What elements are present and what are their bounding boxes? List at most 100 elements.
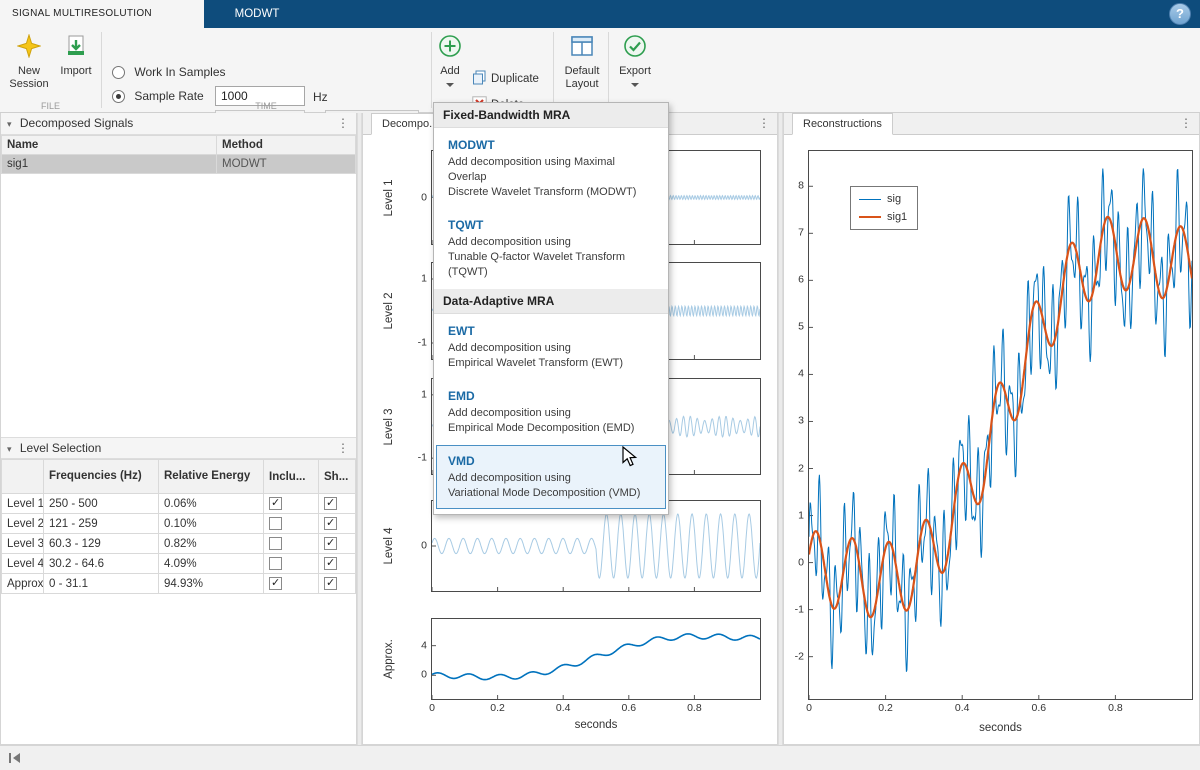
duplicate-button[interactable]: Duplicate — [472, 70, 539, 85]
new-session-button[interactable]: New Session — [6, 32, 52, 91]
table-row-level3[interactable]: Level 3 60.3 - 129 0.82% — [1, 533, 356, 554]
approx-axis-label: Approx. — [383, 639, 395, 679]
file-section-label: FILE — [40, 101, 60, 111]
row-label: Level 4 — [1, 553, 44, 574]
toolbar: New Session Import FILE Work In Samples … — [0, 28, 1200, 130]
include-checkbox[interactable] — [269, 537, 282, 550]
x-tick-label: 0.2 — [878, 702, 893, 714]
show-checkbox[interactable] — [324, 496, 337, 510]
menu-item-modwt[interactable]: MODWT Add decomposition using Maximal Ov… — [436, 129, 666, 208]
x-tick-label: 0 — [806, 702, 812, 714]
col-header-frequencies[interactable]: Frequencies (Hz) — [43, 459, 159, 494]
x-tick-label: 0.2 — [490, 702, 505, 714]
x-tick-label: 0.4 — [954, 702, 970, 714]
menu-item-emd[interactable]: EMD Add decomposition using Empirical Mod… — [436, 380, 666, 444]
y-tick-label: 7 — [798, 226, 804, 239]
table-row-approx[interactable]: Approx. 0 - 31.1 94.93% — [1, 573, 356, 594]
export-dropdown-caret-icon[interactable] — [631, 83, 639, 87]
show-checkbox[interactable] — [324, 516, 337, 530]
table-row-sig1[interactable]: sig1 MODWT — [1, 154, 356, 174]
row-label: Approx. — [1, 573, 44, 594]
legend-entry: sig — [859, 190, 907, 208]
collapse-panel-icon[interactable] — [8, 752, 22, 767]
y-tick-label: 2 — [798, 461, 804, 474]
default-layout-button[interactable]: Default Layout — [558, 32, 606, 91]
x-tick-label: 0.8 — [687, 702, 702, 714]
import-icon — [54, 34, 98, 62]
y-tick-label: 0 — [421, 539, 427, 552]
y-tick-label: 1 — [798, 508, 804, 521]
y-tick-label: 3 — [798, 414, 804, 427]
include-checkbox[interactable] — [269, 517, 282, 530]
duplicate-label: Duplicate — [491, 73, 539, 85]
col-header-energy[interactable]: Relative Energy — [158, 459, 264, 494]
mouse-cursor-icon — [622, 445, 640, 471]
work-in-samples-radio[interactable]: Work In Samples — [112, 65, 226, 79]
export-label: Export — [619, 65, 651, 77]
table-row-level1[interactable]: Level 1 250 - 500 0.06% — [1, 493, 356, 514]
menu-item-tqwt[interactable]: TQWT Add decomposition using Tunable Q-fa… — [436, 209, 666, 288]
level3-axis-label: Level 3 — [383, 408, 395, 446]
title-tabstrip: SIGNAL MULTIRESOLUTION ANALYZER MODWT ? — [0, 0, 1200, 47]
y-tick-label: -1 — [417, 451, 427, 464]
collapse-triangle-icon[interactable]: ▾ — [7, 444, 12, 454]
add-dropdown-caret-icon[interactable] — [446, 83, 454, 87]
default-layout-label: Default Layout — [564, 65, 600, 90]
panel-menu-icon[interactable]: ⋮ — [1179, 116, 1193, 131]
y-tick-label: 1 — [421, 272, 427, 285]
export-button[interactable]: Export — [613, 32, 657, 91]
include-checkbox[interactable] — [269, 576, 282, 590]
work-in-samples-radio-circle[interactable] — [112, 66, 125, 79]
x-tick-label: 0.6 — [621, 702, 637, 714]
freq-cell: 60.3 - 129 — [43, 533, 159, 554]
signal-method-cell[interactable]: MODWT — [216, 154, 356, 174]
y-tick-label: 6 — [798, 273, 804, 286]
toolbar-divider — [101, 32, 102, 108]
reconstructions-tabbar: Reconstructions ⋮ — [784, 113, 1199, 135]
signal-name-cell[interactable]: sig1 — [1, 154, 217, 174]
menu-item-desc: Add decomposition using Maximal Overlap D… — [448, 156, 637, 198]
table-row-level4[interactable]: Level 4 30.2 - 64.6 4.09% — [1, 553, 356, 574]
add-icon — [434, 34, 466, 62]
table-row-level2[interactable]: Level 2 121 - 259 0.10% — [1, 513, 356, 534]
col-header-include[interactable]: Inclu... — [263, 459, 319, 494]
help-icon[interactable]: ? — [1169, 3, 1191, 25]
tab-analyzer[interactable]: SIGNAL MULTIRESOLUTION ANALYZER — [0, 0, 204, 47]
import-label: Import — [60, 65, 92, 77]
reconstructions-xaxis-label: seconds — [979, 722, 1022, 734]
col-header-name[interactable]: Name — [1, 135, 217, 155]
panel-menu-icon[interactable]: ⋮ — [336, 116, 350, 131]
y-tick-label: -1 — [794, 603, 804, 616]
show-checkbox[interactable] — [324, 556, 337, 570]
col-header-show[interactable]: Sh... — [318, 459, 356, 494]
level2-axis-label: Level 2 — [383, 292, 395, 330]
x-tick-label: 0.8 — [1108, 702, 1123, 714]
tab-reconstructions[interactable]: Reconstructions — [792, 113, 893, 135]
decomposed-signals-header: ▾ Decomposed Signals ⋮ — [1, 113, 356, 135]
legend-label: sig — [887, 193, 902, 205]
show-checkbox[interactable] — [324, 536, 337, 550]
import-button[interactable]: Import — [54, 32, 98, 78]
menu-item-ewt[interactable]: EWT Add decomposition using Empirical Wav… — [436, 315, 666, 379]
x-tick-label: 0 — [429, 702, 435, 714]
energy-cell: 4.09% — [158, 553, 264, 574]
tab-modwt[interactable]: MODWT — [204, 0, 310, 28]
include-checkbox[interactable] — [269, 496, 282, 510]
add-button[interactable]: Add — [434, 32, 466, 91]
freq-cell: 0 - 31.1 — [43, 573, 159, 594]
plot-legend[interactable]: sig sig1 — [850, 186, 919, 230]
show-checkbox[interactable] — [324, 576, 337, 590]
panel-menu-icon[interactable]: ⋮ — [336, 441, 350, 456]
col-header-method[interactable]: Method — [216, 135, 356, 155]
left-panel: ▾ Decomposed Signals ⋮ Name Method sig1 … — [0, 113, 357, 745]
energy-cell: 0.10% — [158, 513, 264, 534]
menu-section-header: Fixed-Bandwidth MRA — [434, 103, 668, 128]
include-checkbox[interactable] — [269, 557, 282, 570]
panel-menu-icon[interactable]: ⋮ — [757, 116, 771, 131]
energy-cell: 94.93% — [158, 573, 264, 594]
menu-item-title: EMD — [448, 389, 475, 403]
reconstructions-panel: Reconstructions ⋮ -2 -1 0 1 2 3 4 5 6 7 8 0 0.2 0.4 0.… — [783, 113, 1200, 745]
freq-cell: 121 - 259 — [43, 513, 159, 534]
collapse-triangle-icon[interactable]: ▾ — [7, 119, 12, 129]
work-in-samples-label: Work In Samples — [134, 65, 226, 79]
